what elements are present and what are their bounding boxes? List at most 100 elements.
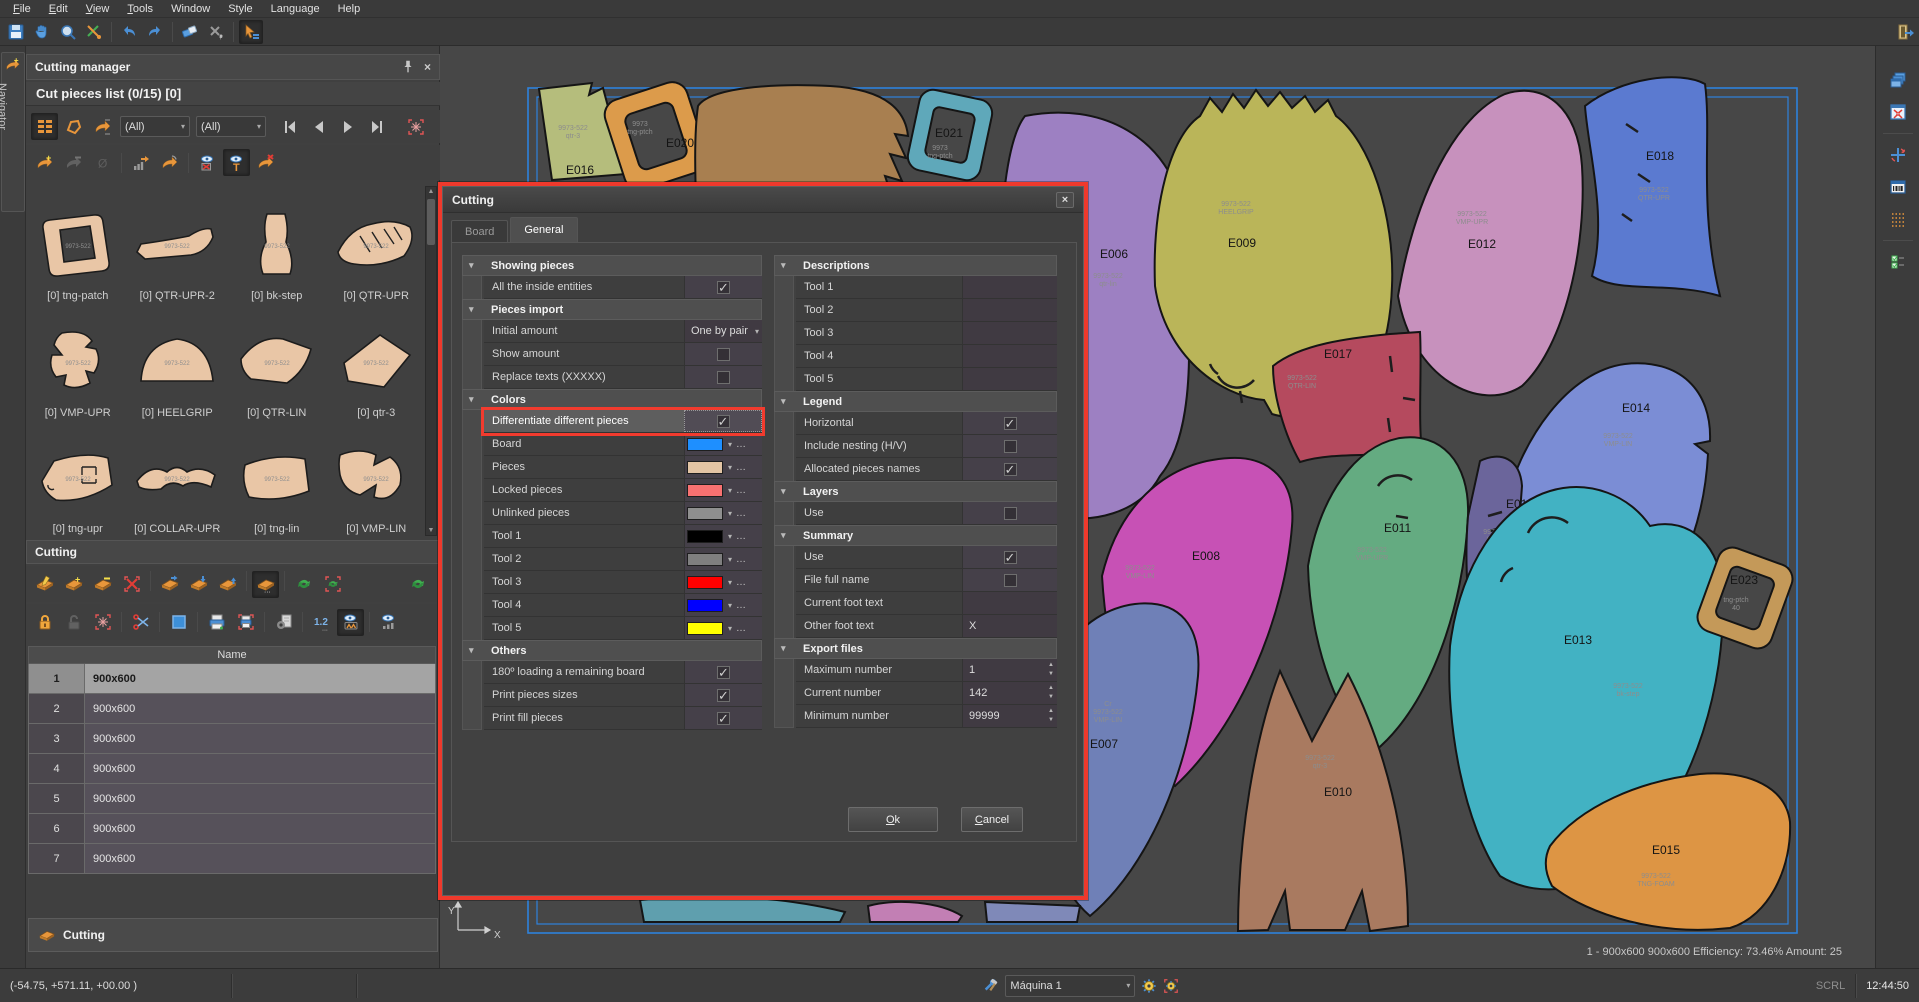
row-pieces[interactable]: Pieces▾… — [484, 456, 762, 479]
row-tool-5[interactable]: Tool 5 — [796, 368, 1057, 391]
row-tool-2[interactable]: Tool 2 — [796, 299, 1057, 322]
row-show-amount[interactable]: Show amount — [484, 343, 762, 366]
dialog-title-bar[interactable]: Cutting — [443, 187, 1083, 213]
unlock-icon[interactable] — [60, 609, 87, 636]
recycle-icon[interactable] — [404, 571, 431, 598]
section-layers[interactable]: ▾Layers — [774, 481, 1057, 502]
windows-cascade-icon[interactable] — [1885, 67, 1911, 93]
menu-file[interactable]: File — [4, 2, 40, 16]
thumbnails-scrollbar[interactable]: ▲▼ — [425, 186, 437, 536]
machine-select[interactable]: Máquina 1▾ — [1005, 975, 1135, 997]
undo-icon[interactable] — [117, 20, 141, 44]
checkbox-all-the-inside-entities[interactable]: ✓ — [717, 281, 730, 294]
piece-list-icon[interactable] — [89, 113, 116, 140]
collapse-icon[interactable]: ▾ — [469, 394, 474, 405]
grid-list-icon[interactable] — [31, 113, 58, 140]
color-locked-pieces[interactable]: ▾… — [684, 479, 762, 501]
color-tool-2[interactable]: ▾… — [684, 548, 762, 570]
row-tool-1[interactable]: Tool 1 — [796, 276, 1057, 299]
row-maximum-number[interactable]: Maximum number1▲▼ — [796, 659, 1057, 682]
piece-thumbnail[interactable]: 9973-522 [0] HEELGRIP — [128, 303, 228, 419]
row-unlinked-pieces[interactable]: Unlinked pieces▾… — [484, 502, 762, 525]
zoom-icon[interactable] — [56, 20, 80, 44]
select-initial-amount[interactable]: One by pair▾ — [684, 320, 762, 342]
eye-board-icon[interactable] — [337, 609, 364, 636]
pin-icon[interactable] — [392, 59, 416, 75]
piece-remove-icon[interactable] — [60, 149, 87, 176]
checkbox-print-fill-pieces[interactable]: ✓ — [717, 712, 730, 725]
section-showing-pieces[interactable]: ▾Showing pieces — [462, 255, 762, 276]
row-current-number[interactable]: Current number142▲▼ — [796, 682, 1057, 705]
section-descriptions[interactable]: ▾Descriptions — [774, 255, 1057, 276]
collapse-icon[interactable]: ▾ — [469, 645, 474, 656]
gear-doc-icon[interactable] — [270, 609, 297, 636]
piece-delete-icon[interactable] — [252, 149, 279, 176]
board-row-4[interactable]: 4900x600 — [28, 754, 436, 784]
section-export-files[interactable]: ▾Export files — [774, 638, 1057, 659]
menu-edit[interactable]: Edit — [40, 2, 77, 16]
exit-door-icon[interactable] — [1894, 20, 1918, 44]
piece-thumbnail[interactable]: 9973-522 [0] COLLAR-UPR — [128, 419, 228, 535]
piece-chart-icon[interactable] — [127, 149, 154, 176]
board-add-icon[interactable]: + — [60, 571, 87, 598]
board-row-1[interactable]: 1900x600 — [28, 664, 436, 694]
color-pieces[interactable]: ▾… — [684, 456, 762, 478]
field-tool-5[interactable] — [962, 368, 1057, 390]
field-tool-2[interactable] — [962, 299, 1057, 321]
checkbox-print-pieces-sizes[interactable]: ✓ — [717, 689, 730, 702]
piece-zero-icon[interactable]: Ø — [89, 149, 116, 176]
pan-hand-icon[interactable] — [30, 20, 54, 44]
piece-thumbnail[interactable]: 9973-522 [0] qtr-3 — [327, 303, 427, 419]
color-unlinked-pieces[interactable]: ▾… — [684, 502, 762, 524]
menu-help[interactable]: Help — [329, 2, 370, 16]
printer-brackets-icon[interactable] — [232, 609, 259, 636]
collapse-icon[interactable]: ▾ — [781, 643, 786, 654]
field-other-foot-text[interactable]: X — [962, 615, 1057, 637]
dot-grid-icon[interactable] — [1885, 206, 1911, 232]
text-eye-icon[interactable]: T — [223, 149, 250, 176]
checkbox-allocated-pieces-names[interactable]: ✓ — [1004, 463, 1017, 476]
nav-prev-icon[interactable] — [305, 113, 332, 140]
section-summary[interactable]: ▾Summary — [774, 525, 1057, 546]
piece-outline-icon[interactable] — [60, 113, 87, 140]
board-next-icon[interactable] — [156, 571, 183, 598]
filter-dropdown-2[interactable]: (All)▾ — [196, 116, 266, 137]
select-arrow-icon[interactable] — [239, 20, 263, 44]
target-red-icon[interactable] — [402, 113, 429, 140]
machine-tools-icon[interactable] — [980, 978, 1002, 994]
blue-square-icon[interactable] — [165, 609, 192, 636]
row-tool-2[interactable]: Tool 2▾… — [484, 548, 762, 571]
barcode-panel-icon[interactable] — [1885, 174, 1911, 200]
row-board[interactable]: Board▾… — [484, 433, 762, 456]
board-row-7[interactable]: 7900x600 — [28, 844, 436, 874]
row-use[interactable]: Use✓ — [796, 546, 1057, 569]
lock-icon[interactable] — [31, 609, 58, 636]
cutting-footer-tab[interactable]: Cutting — [28, 918, 438, 952]
piece-thumbnail[interactable]: 9973-522 [0] tng-patch — [28, 186, 128, 302]
board-row-3[interactable]: 3900x600 — [28, 724, 436, 754]
color-tool-4[interactable]: ▾… — [684, 594, 762, 616]
color-tool-3[interactable]: ▾… — [684, 571, 762, 593]
section-colors[interactable]: ▾Colors — [462, 389, 762, 410]
checkbox-use[interactable] — [1004, 507, 1017, 520]
eye-bars-icon[interactable] — [375, 609, 402, 636]
checkbox-horizontal[interactable]: ✓ — [1004, 417, 1017, 430]
row-print-fill-pieces[interactable]: Print fill pieces✓ — [484, 707, 762, 730]
target-red-icon[interactable] — [89, 609, 116, 636]
row-minimum-number[interactable]: Minimum number99999▲▼ — [796, 705, 1057, 728]
shrink-arrows-icon[interactable] — [1885, 99, 1911, 125]
collapse-icon[interactable]: ▾ — [781, 260, 786, 271]
menu-window[interactable]: Window — [162, 2, 219, 16]
field-tool-1[interactable] — [962, 276, 1057, 298]
piece-refresh-icon[interactable] — [156, 149, 183, 176]
row-tool-3[interactable]: Tool 3 — [796, 322, 1057, 345]
close-icon[interactable]: × — [424, 60, 431, 74]
cross-rotate-icon[interactable] — [1885, 142, 1911, 168]
menu-view[interactable]: View — [77, 2, 119, 16]
dialog-close-button[interactable]: × — [1056, 192, 1074, 208]
piece-add-icon[interactable]: + — [31, 149, 58, 176]
piece-thumbnail[interactable]: 9973-522 [0] QTR-LIN — [227, 303, 327, 419]
menu-language[interactable]: Language — [262, 2, 329, 16]
checkbox-include-nesting-h-v-[interactable] — [1004, 440, 1017, 453]
menu-tools[interactable]: Tools — [118, 2, 162, 16]
